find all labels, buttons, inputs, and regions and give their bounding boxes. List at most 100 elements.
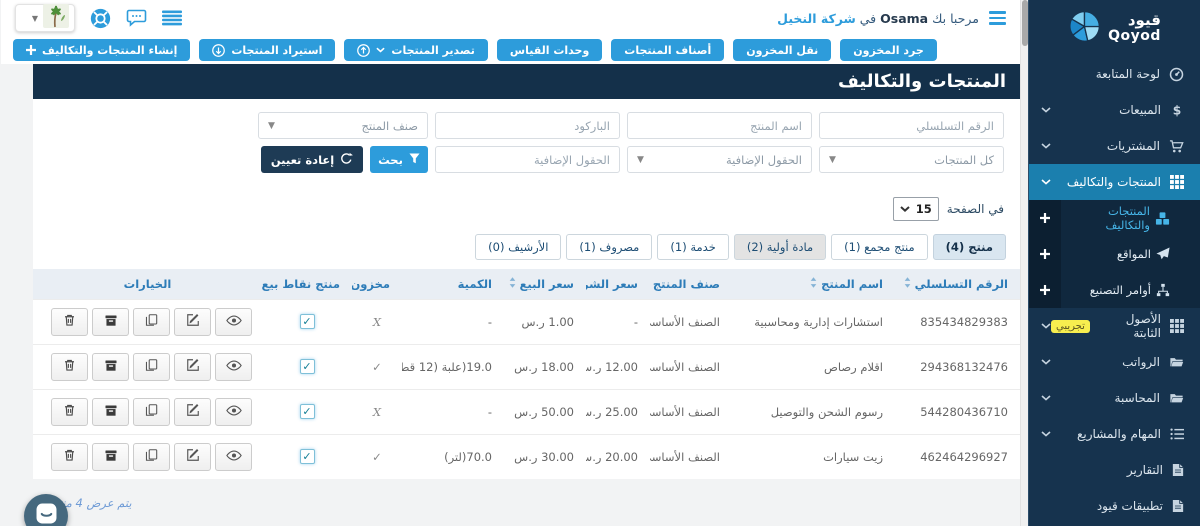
pos-checkbox[interactable]: ✓ — [299, 314, 315, 329]
toolbar-button[interactable]: جرد المخزون — [840, 39, 937, 61]
pos-checkbox[interactable]: ✓ — [299, 359, 315, 374]
sidebar-item[interactable]: لوحة المتابعة — [1029, 56, 1200, 92]
folder-icon — [1169, 355, 1184, 369]
file-icon — [1172, 499, 1184, 513]
sidebar-subitem[interactable]: المنتجات والتكاليف — [1029, 200, 1200, 236]
chat-icon[interactable] — [126, 9, 147, 27]
archive-icon — [104, 404, 118, 420]
view-button[interactable] — [215, 397, 252, 426]
delete-button[interactable] — [51, 352, 88, 381]
toolbar-button[interactable]: استيراد المنتجات — [199, 39, 336, 61]
duplicate-button[interactable] — [133, 307, 170, 336]
pos-checkbox[interactable]: ✓ — [299, 449, 315, 465]
serial-input[interactable] — [819, 112, 1004, 139]
sidebar-item[interactable]: الأصول الثابتة تجريبي — [1029, 308, 1200, 344]
sidebar-item-label: الأصول الثابتة — [1125, 312, 1161, 340]
duplicate-button[interactable] — [133, 442, 170, 471]
pos-product-cell: ✓ — [262, 388, 352, 434]
grid-icon — [1170, 319, 1184, 333]
list-icon[interactable] — [162, 10, 182, 26]
archive-button[interactable] — [92, 442, 129, 471]
reset-button[interactable]: إعادة تعيين — [261, 146, 363, 173]
archive-button[interactable] — [92, 307, 129, 336]
dashboard-icon — [1169, 67, 1184, 82]
column-header-label: صنف المنتج — [650, 277, 720, 291]
scrollbar[interactable] — [1020, 0, 1028, 526]
add-button[interactable] — [1029, 236, 1061, 272]
plus-icon — [1040, 285, 1050, 295]
sidebar-subitem[interactable]: أوامر التصنيع — [1029, 272, 1200, 308]
duplicate-button[interactable] — [133, 397, 170, 426]
barcode-input[interactable] — [435, 112, 620, 139]
view-button[interactable] — [215, 442, 252, 471]
plus-icon — [1040, 249, 1050, 259]
delete-button[interactable] — [51, 397, 88, 426]
toolbar-button[interactable]: نقل المخزون — [733, 39, 832, 61]
delete-button[interactable] — [51, 307, 88, 336]
toolbar-button[interactable]: أصناف المنتجات — [611, 39, 725, 61]
sidebar-item[interactable]: الرواتب — [1029, 344, 1200, 380]
table-header-row: الرقم التسلسلي اسم المنتج صنف المنتج سعر ال… — [33, 269, 1020, 299]
purchase-price: 12.00 ر.س — [586, 343, 650, 389]
per-page-select[interactable]: 15 — [892, 197, 939, 221]
product-name: استشارات إدارية ومحاسبية — [732, 298, 895, 344]
edit-button[interactable] — [174, 397, 211, 426]
company-switcher[interactable]: ▼ — [15, 4, 75, 32]
toolbar-button[interactable]: إنشاء المنتجات والتكاليف — [13, 39, 191, 61]
tab[interactable]: مصروف (1) — [566, 234, 653, 260]
add-button[interactable] — [1029, 272, 1061, 308]
archive-button[interactable] — [92, 352, 129, 381]
sidebar-item[interactable]: $ المبيعات — [1029, 92, 1200, 128]
view-button[interactable] — [215, 352, 252, 381]
column-header[interactable]: سعر الشراء — [586, 269, 650, 299]
sidebar-subitem[interactable]: المواقع — [1029, 236, 1200, 272]
tab[interactable]: منتج مجمع (1) — [831, 234, 928, 260]
toolbar-button-label: وحدات القياس — [509, 43, 590, 57]
tab[interactable]: مادة أولية (2) — [733, 234, 827, 260]
sidebar-item[interactable]: التقارير — [1029, 452, 1200, 488]
purchase-price: - — [586, 298, 650, 344]
product-serial: 294368132476 — [895, 343, 1020, 389]
archive-button[interactable] — [92, 397, 129, 426]
toolbar-button[interactable]: تصدير المنتجات — [344, 39, 488, 61]
company-name-link[interactable]: شركة النخيل — [777, 11, 856, 26]
product-type-select[interactable]: كل المنتجات ▼ — [819, 146, 1004, 173]
edit-button[interactable] — [174, 442, 211, 471]
column-header[interactable]: الرقم التسلسلي — [895, 269, 1020, 299]
sidebar-item[interactable]: المهام والمشاريع — [1029, 416, 1200, 452]
menu-toggle-icon[interactable] — [989, 11, 1006, 25]
column-header[interactable]: سعر البيع — [504, 269, 586, 299]
duplicate-button[interactable] — [133, 352, 170, 381]
category-select[interactable]: صنف المنتج ▼ — [258, 112, 428, 139]
logo-english: Qoyod — [1108, 27, 1161, 44]
edit-button[interactable] — [174, 307, 211, 336]
column-header[interactable]: صنف المنتج — [650, 269, 732, 299]
sidebar-item[interactable]: المشتريات — [1029, 128, 1200, 164]
sidebar-item[interactable]: المنتجات والتكاليف — [1029, 164, 1200, 200]
search-button[interactable]: بحث — [370, 146, 428, 173]
row-options — [33, 388, 262, 434]
caret-down-icon — [900, 206, 910, 212]
view-button[interactable] — [215, 307, 252, 336]
toolbar-button[interactable]: وحدات القياس — [496, 39, 603, 61]
tab[interactable]: الأرشيف (0) — [475, 234, 562, 260]
extra-fields-input[interactable] — [435, 146, 620, 173]
tab[interactable]: خدمة (1) — [657, 234, 729, 260]
sale-price: 18.00 ر.س — [504, 343, 586, 389]
x-mark: X — [372, 404, 382, 419]
table-row: 294368132476اقلام رصاصالصنف الأساسي12.00… — [33, 343, 1020, 389]
scrollbar-thumb[interactable] — [1022, 0, 1028, 46]
extra-fields-select[interactable]: الحقول الإضافية ▼ — [627, 146, 812, 173]
delete-button[interactable] — [51, 442, 88, 471]
toolbar-button-label: جرد المخزون — [853, 43, 924, 57]
edit-button[interactable] — [174, 352, 211, 381]
tab[interactable]: منتج (4) — [932, 234, 1006, 260]
qoyod-logo[interactable]: قيود Qoyod — [1029, 0, 1200, 56]
product-name-input[interactable] — [627, 112, 812, 139]
sidebar-item[interactable]: المحاسبة — [1029, 380, 1200, 416]
sidebar-item[interactable]: تطبيقات قيود — [1029, 488, 1200, 524]
column-header[interactable]: اسم المنتج — [732, 269, 895, 299]
add-button[interactable] — [1029, 200, 1061, 236]
pos-checkbox[interactable]: ✓ — [299, 404, 315, 419]
help-icon[interactable] — [90, 8, 111, 29]
